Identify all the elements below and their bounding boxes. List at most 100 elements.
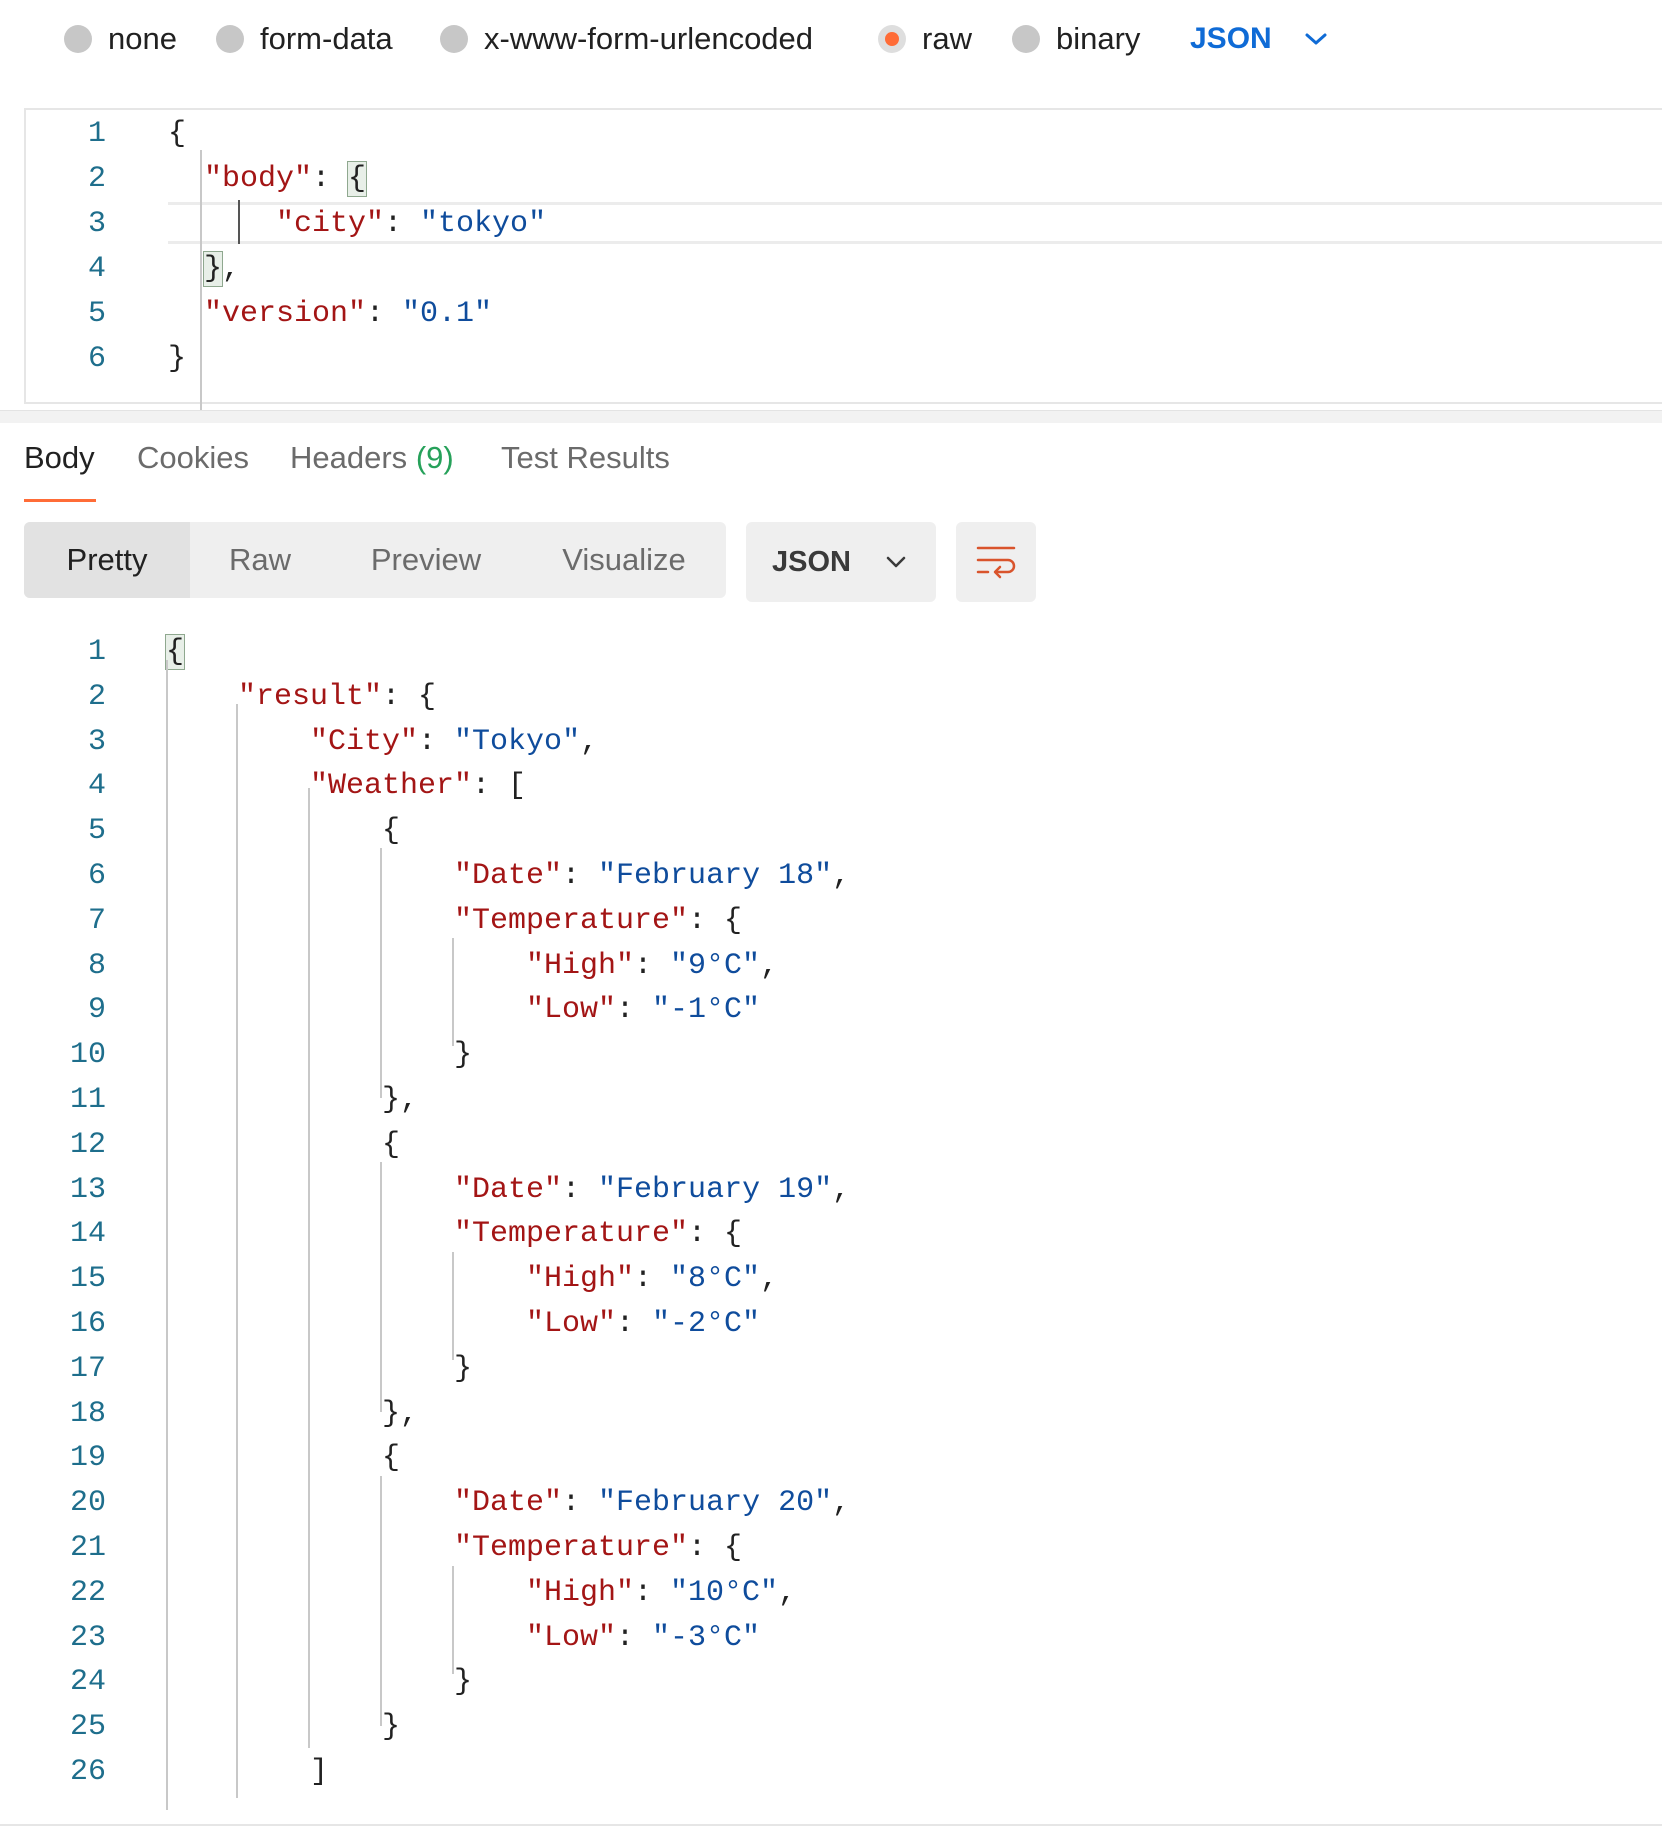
code-line: { [168,112,186,157]
radio-form-data[interactable]: form-data [216,18,393,60]
line-number: 4 [87,252,106,286]
json-punctuation: ] [310,1755,329,1789]
line-number: 14 [69,1217,106,1252]
json-punctuation: : [616,993,653,1028]
wrap-lines-button[interactable] [956,522,1036,602]
code-line: } [168,337,186,382]
json-key: "version" [204,297,367,331]
radio-raw[interactable]: raw [878,18,972,60]
line-number: 16 [69,1307,106,1341]
json-punctuation: : [562,1486,599,1521]
tab-label: Cookies [137,440,249,475]
indent-guide [452,1252,454,1360]
matched-bracket: } [202,251,224,287]
json-string: "February 20" [598,1486,833,1521]
code-line: "Low": "-1°C" [526,988,760,1033]
code-line: "City": "Tokyo", [310,720,598,765]
view-mode-raw[interactable]: Raw [190,522,330,598]
code-line: "Low": "-2°C" [526,1302,760,1347]
json-string: "0.1" [402,297,493,331]
json-punctuation: , [760,1262,779,1297]
code-line: } [454,1660,472,1705]
code-line: }, [382,1078,418,1123]
line-number: 21 [69,1531,106,1565]
line-number: 22 [69,1575,106,1610]
json-punctuation: : [312,162,349,196]
line-number: 2 [87,162,106,196]
json-punctuation: } [454,1038,473,1073]
matched-bracket: { [347,161,368,197]
tab-headers[interactable]: Headers (9) [290,440,454,476]
indent-guide [452,1566,454,1674]
tab-body[interactable]: Body [24,440,95,476]
line-number: 15 [69,1262,106,1297]
tab-cookies[interactable]: Cookies [137,440,249,476]
json-string: "-1°C" [652,993,761,1028]
radio-label: none [108,21,177,56]
json-key: "Date" [454,859,563,893]
active-line-highlight [168,202,1662,244]
line-number: 5 [87,297,106,331]
json-key: "result" [238,679,383,714]
view-mode-visualize[interactable]: Visualize [522,522,726,598]
json-punctuation: : [634,1575,671,1610]
bottom-divider [0,1824,1662,1826]
line-number: 9 [87,993,106,1028]
json-string: "9°C" [670,948,761,983]
json-punctuation: , [832,859,851,893]
json-key: "Low" [526,1620,617,1655]
view-mode-pretty[interactable]: Pretty [24,522,190,598]
code-line: "Temperature": { [454,899,742,944]
response-body-viewer[interactable] [0,612,1662,1834]
tab-test-results[interactable]: Test Results [501,440,670,476]
tab-label: Test Results [501,440,670,475]
line-number: 7 [87,903,106,938]
json-key: "High" [526,948,635,983]
line-number: 23 [69,1620,106,1655]
code-line: "Date": "February 19", [454,1168,850,1213]
line-number: 19 [69,1441,106,1476]
matched-bracket: { [164,634,186,670]
request-body-editor[interactable] [24,108,1662,404]
radio-binary[interactable]: binary [1012,18,1140,60]
code-line: { [382,1123,400,1168]
text-cursor [238,200,240,244]
json-key: "Weather" [310,769,473,804]
json-string: "February 18" [598,859,833,893]
json-key: "Date" [454,1486,563,1521]
body-type-selector: none form-data x-www-form-urlencoded raw… [0,0,1662,80]
code-line: "Date": "February 20", [454,1481,850,1526]
radio-none[interactable]: none [64,18,177,60]
json-key: "body" [204,162,313,196]
line-number: 6 [87,342,106,376]
radio-label: raw [922,21,972,56]
line-number: 8 [87,948,106,983]
json-key: "City" [310,724,419,759]
line-number: 26 [69,1755,106,1789]
json-punctuation: , [778,1575,797,1610]
line-number: 24 [69,1665,106,1700]
code-line: "result": { [238,675,436,720]
line-number: 3 [87,724,106,759]
json-punctuation: : [616,1307,653,1341]
json-key: "High" [526,1575,635,1610]
language-dropdown[interactable]: JSON [1190,18,1328,60]
code-line: "Date": "February 18", [454,854,850,899]
radio-label: x-www-form-urlencoded [484,21,814,56]
code-line: "Temperature": { [454,1212,742,1257]
json-string: "-3°C" [652,1620,761,1655]
response-format-dropdown[interactable]: JSON [746,522,936,602]
view-mode-preview[interactable]: Preview [330,522,522,598]
radio-x-www-form-urlencoded[interactable]: x-www-form-urlencoded [440,18,813,60]
json-punctuation: : { [688,903,743,938]
pane-divider[interactable] [0,410,1662,423]
indent-guide [200,150,202,420]
radio-dot [64,25,92,53]
line-number: 2 [87,679,106,714]
code-line: { [382,1436,400,1481]
line-number: 12 [69,1127,106,1162]
json-string: "-2°C" [652,1307,761,1341]
indent-guide [236,704,238,1798]
json-punctuation: : [366,297,403,331]
json-punctuation: } [168,342,187,376]
